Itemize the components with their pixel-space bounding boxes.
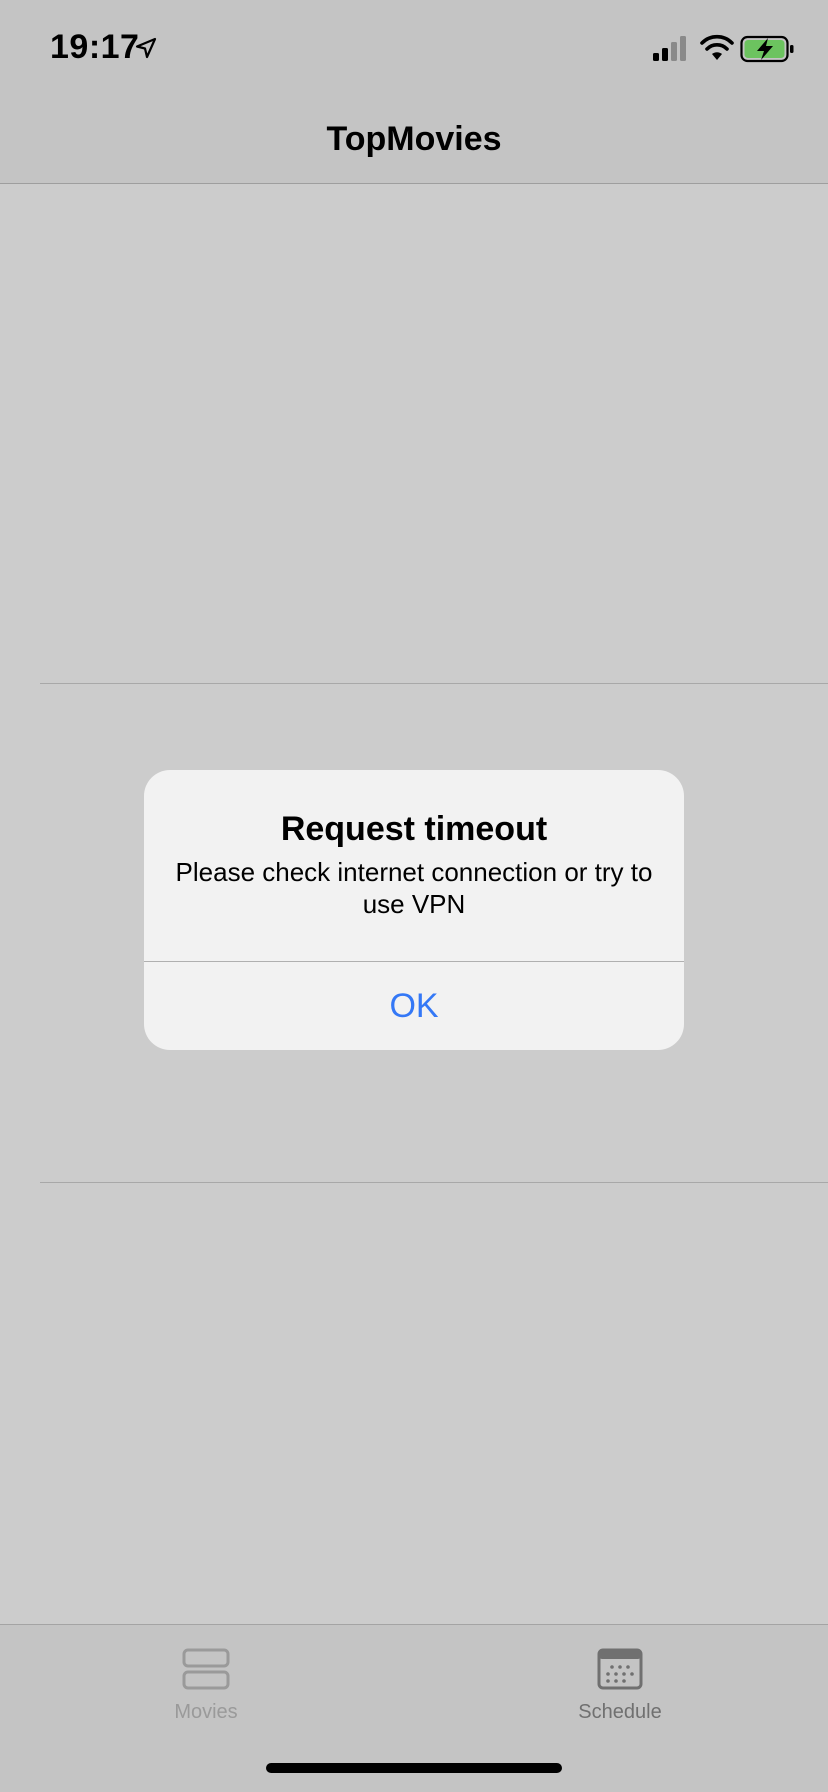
calendar-icon	[597, 1648, 643, 1690]
alert-message: Please check internet connection or try …	[175, 857, 653, 919]
home-indicator[interactable]	[266, 1763, 562, 1773]
page-title: TopMovies	[326, 120, 502, 158]
tab-label: Schedule	[578, 1701, 662, 1723]
wifi-icon	[700, 34, 734, 60]
ok-button[interactable]: OK	[144, 962, 684, 1050]
battery-charging-icon	[740, 35, 794, 63]
navigation-bar: TopMovies	[0, 96, 828, 184]
alert-title: Request timeout	[280, 810, 548, 848]
status-time: 19:17	[50, 28, 140, 66]
alert-dialog: Request timeout Please check internet co…	[144, 770, 684, 1050]
row-separator	[40, 683, 828, 684]
location-arrow-icon	[135, 37, 157, 59]
row-separator	[40, 1182, 828, 1183]
tab-schedule[interactable]: Schedule	[520, 1645, 720, 1745]
list-rows-icon	[182, 1648, 230, 1690]
status-bar: 19:17	[0, 0, 828, 96]
cellular-signal-icon	[653, 36, 686, 61]
tab-movies[interactable]: Movies	[106, 1645, 306, 1745]
tab-label: Movies	[174, 1701, 238, 1723]
